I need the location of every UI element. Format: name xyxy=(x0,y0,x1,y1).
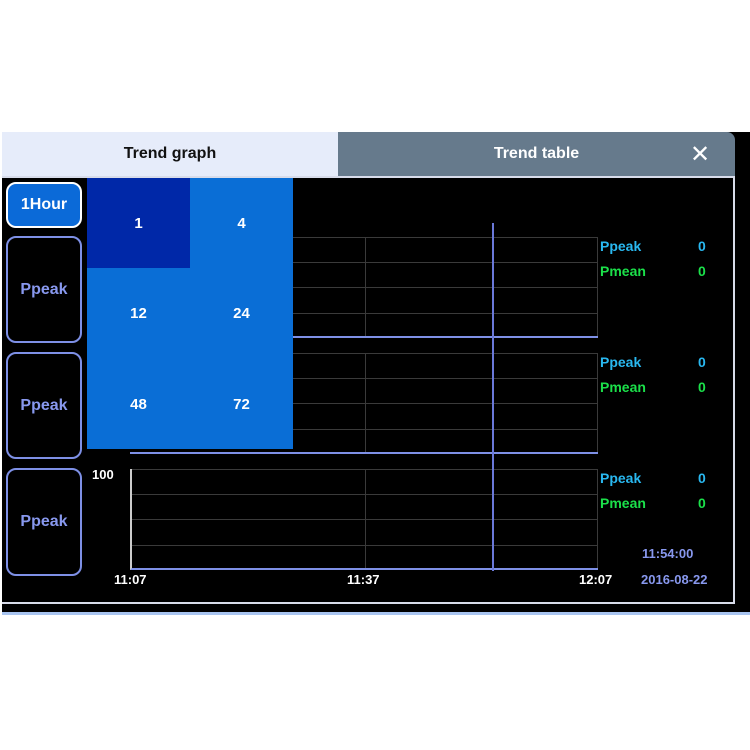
param-button-2[interactable]: Ppeak xyxy=(6,352,82,459)
tab-trend-table[interactable]: Trend table xyxy=(338,132,735,176)
interval-option-48[interactable]: 48 xyxy=(87,359,190,449)
bottom-divider xyxy=(2,612,750,615)
pmean-value-3: 0 xyxy=(698,495,706,511)
ppeak-value-1: 0 xyxy=(698,238,706,254)
cursor-time: 11:54:00 xyxy=(642,546,694,561)
interval-option-12[interactable]: 12 xyxy=(87,268,190,358)
interval-option-24[interactable]: 24 xyxy=(190,268,293,358)
tab-trend-graph[interactable]: Trend graph xyxy=(2,132,338,176)
interval-option-72[interactable]: 72 xyxy=(190,359,293,449)
pmean-label-1: Pmean xyxy=(600,263,646,279)
time-cursor[interactable] xyxy=(492,223,494,571)
pmean-value-2: 0 xyxy=(698,379,706,395)
close-icon[interactable]: ✕ xyxy=(690,140,710,169)
ppeak-value-2: 0 xyxy=(698,354,706,370)
ppeak-label-2: Ppeak xyxy=(600,354,642,370)
y-max-label: 100 xyxy=(92,467,114,482)
pmean-label-3: Pmean xyxy=(600,495,646,511)
param-button-3[interactable]: Ppeak xyxy=(6,468,82,576)
interval-option-4[interactable]: 4 xyxy=(190,178,293,268)
param-button-1[interactable]: Ppeak xyxy=(6,236,82,343)
x-tick-start: 11:07 xyxy=(114,572,147,587)
trend-chart-3 xyxy=(130,469,598,570)
interval-button[interactable]: 1Hour xyxy=(6,182,82,228)
interval-menu: 1 4 12 24 48 72 xyxy=(87,178,293,449)
pmean-label-2: Pmean xyxy=(600,379,646,395)
cursor-date: 2016-08-22 xyxy=(641,572,708,587)
ppeak-label-1: Ppeak xyxy=(600,238,642,254)
pmean-value-1: 0 xyxy=(698,263,706,279)
interval-option-1[interactable]: 1 xyxy=(87,178,190,268)
ppeak-value-3: 0 xyxy=(698,470,706,486)
x-tick-end: 12:07 xyxy=(579,572,613,587)
ppeak-label-3: Ppeak xyxy=(600,470,642,486)
x-tick-mid: 11:37 xyxy=(347,572,380,587)
